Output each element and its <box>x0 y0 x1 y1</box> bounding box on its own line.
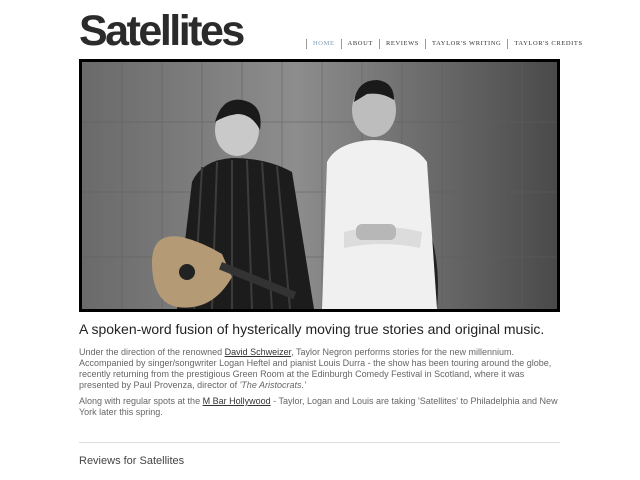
main-nav: Home About Reviews Taylor's Writing Tayl… <box>306 39 589 49</box>
hero-photo-illustration <box>82 62 557 309</box>
page-tagline: A spoken-word fusion of hysterically mov… <box>79 321 545 337</box>
section-divider <box>79 442 560 443</box>
nav-taylors-credits[interactable]: Taylor's Credits <box>507 39 588 49</box>
touring-text-a: Along with regular spots at the <box>79 396 203 406</box>
nav-about[interactable]: About <box>340 39 379 49</box>
hero-photo <box>79 59 560 312</box>
nav-reviews[interactable]: Reviews <box>378 39 425 49</box>
nav-home[interactable]: Home <box>306 39 341 49</box>
site-logo[interactable]: Satellites <box>79 6 245 56</box>
intro-text-a: Under the direction of the renowned <box>79 347 225 357</box>
intro-paragraph: Under the direction of the renowned Davi… <box>79 347 561 391</box>
intro-italic-title: 'The Aristocrats.' <box>239 380 306 390</box>
link-m-bar-hollywood[interactable]: M Bar Hollywood <box>203 396 271 406</box>
nav-taylors-writing[interactable]: Taylor's Writing <box>425 39 507 49</box>
link-david-schweizer[interactable]: David Schweizer <box>225 347 292 357</box>
touring-paragraph: Along with regular spots at the M Bar Ho… <box>79 396 561 418</box>
reviews-heading: Reviews for Satellites <box>79 455 185 467</box>
